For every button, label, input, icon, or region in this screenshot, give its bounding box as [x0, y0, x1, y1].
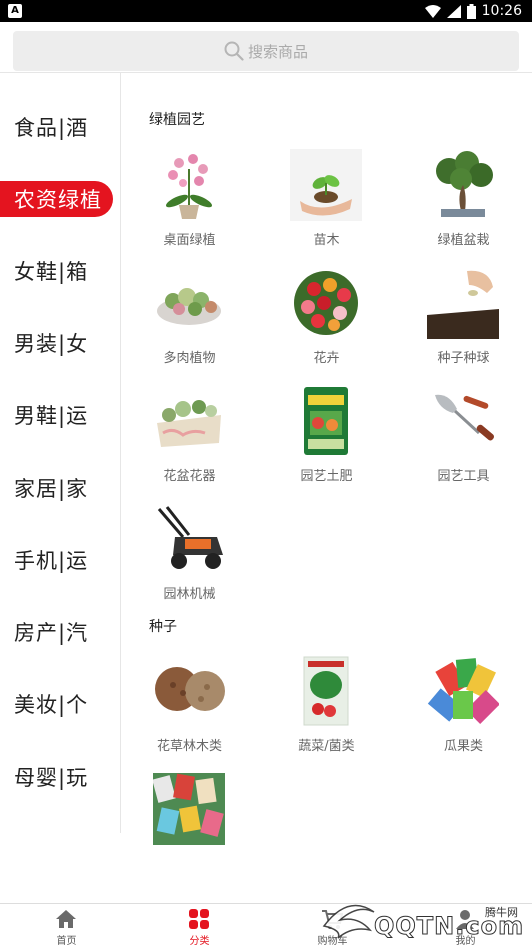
- category-label: 多肉植物: [163, 351, 216, 366]
- planter-box-icon: [153, 385, 225, 457]
- orchid-plant-icon: [153, 149, 225, 221]
- category-cell[interactable]: [121, 773, 258, 883]
- search-input[interactable]: 搜索商品: [13, 31, 519, 71]
- seedling-hands-icon: [290, 149, 362, 221]
- status-time: 10:26: [481, 3, 522, 19]
- category-cell[interactable]: 花盆花器: [121, 385, 258, 495]
- category-label: 绿植盆栽: [437, 233, 490, 248]
- wifi-icon: [424, 4, 441, 18]
- category-label: 瓜果类: [443, 739, 483, 754]
- search-icon: [224, 41, 244, 61]
- fertilizer-bag-icon: [290, 385, 362, 457]
- category-sidebar: 食品|酒 农资绿植 女鞋|箱 男装|女 男鞋|运 家居|家 手机|运 房产|汽 …: [0, 73, 121, 833]
- rose-bouquet-icon: [290, 267, 362, 339]
- category-grid-icon: [189, 909, 209, 929]
- category-cell[interactable]: 花草林木类: [121, 655, 258, 765]
- sidebar-item-agri-plants[interactable]: 农资绿植: [0, 181, 113, 217]
- bonsai-tree-icon: [427, 149, 499, 221]
- seed-piles-icon: [153, 655, 225, 727]
- category-cell[interactable]: 园艺土肥: [258, 385, 395, 495]
- garden-tools-icon: [427, 385, 499, 457]
- category-label: 花盆花器: [163, 469, 216, 484]
- tab-category[interactable]: 分类: [133, 904, 266, 947]
- category-cell[interactable]: 多肉植物: [121, 267, 258, 377]
- status-bar: A 10:26: [0, 0, 532, 22]
- search-placeholder: 搜索商品: [247, 42, 308, 61]
- tab-label: 首页: [56, 936, 77, 947]
- category-label: 园林机械: [163, 587, 216, 602]
- category-label: 园艺工具: [437, 469, 490, 484]
- category-label: 花草林木类: [156, 739, 222, 754]
- signal-icon: [446, 4, 461, 18]
- battery-icon: [466, 3, 476, 19]
- category-label: 苗木: [313, 233, 340, 248]
- seed-packets-pile-icon: [153, 773, 225, 845]
- category-content: 绿植园艺 桌面绿植 苗木 绿植盆栽 多肉植物 花卉 种子种球 花盆花器 园艺土肥…: [121, 73, 532, 903]
- section-title: 种子: [149, 619, 177, 635]
- sidebar-item-home[interactable]: 家居|家: [0, 470, 118, 506]
- category-cell[interactable]: 园林机械: [121, 503, 258, 613]
- category-cell[interactable]: 桌面绿植: [121, 149, 258, 259]
- sidebar-item-food[interactable]: 食品|酒: [0, 109, 118, 145]
- section-title: 绿植园艺: [149, 112, 205, 128]
- category-cell[interactable]: 绿植盆栽: [395, 149, 532, 259]
- notification-a-icon: A: [8, 4, 22, 18]
- category-label: 园艺土肥: [300, 469, 353, 484]
- watermark-logo-text: QQTN.com: [373, 912, 525, 941]
- seed-packets-fan-icon: [427, 655, 499, 727]
- tab-home[interactable]: 首页: [0, 904, 133, 947]
- category-label: 蔬菜/菌类: [298, 739, 355, 754]
- sidebar-item-men-clothing[interactable]: 男装|女: [0, 325, 118, 361]
- category-label: 花卉: [313, 351, 340, 366]
- watermark: 腾牛网 QQTN.com: [318, 890, 532, 946]
- lawn-mower-icon: [153, 503, 225, 575]
- category-label: 桌面绿植: [163, 233, 216, 248]
- tab-label: 分类: [189, 936, 210, 947]
- status-icons: 10:26: [424, 0, 522, 22]
- category-cell[interactable]: 花卉: [258, 267, 395, 377]
- sidebar-item-baby[interactable]: 母婴|玩: [0, 759, 118, 795]
- category-cell[interactable]: 园艺工具: [395, 385, 532, 495]
- search-bar: 搜索商品: [0, 22, 532, 73]
- sidebar-item-beauty[interactable]: 美妆|个: [0, 686, 118, 722]
- category-cell[interactable]: 瓜果类: [395, 655, 532, 765]
- category-label: 种子种球: [437, 351, 490, 366]
- sidebar-item-men-shoes[interactable]: 男鞋|运: [0, 397, 118, 433]
- vegetable-seed-pack-icon: [290, 655, 362, 727]
- seed-soil-icon: [427, 267, 499, 339]
- succulent-pot-icon: [153, 267, 225, 339]
- sidebar-item-property[interactable]: 房产|汽: [0, 614, 118, 650]
- category-cell[interactable]: 种子种球: [395, 267, 532, 377]
- sidebar-item-phones[interactable]: 手机|运: [0, 542, 118, 578]
- home-icon: [56, 910, 76, 928]
- sidebar-item-women-shoes[interactable]: 女鞋|箱: [0, 253, 118, 289]
- category-cell[interactable]: 苗木: [258, 149, 395, 259]
- category-cell[interactable]: 蔬菜/菌类: [258, 655, 395, 765]
